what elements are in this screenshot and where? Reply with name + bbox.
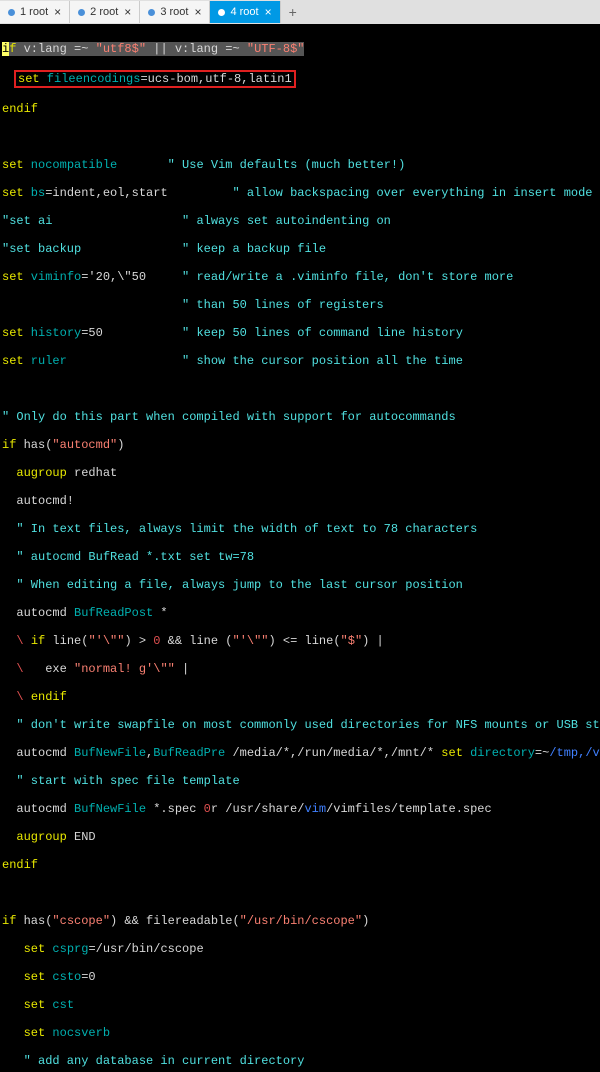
code-editor[interactable]: if v:lang =~ "utf8$" || v:lang =~ "UTF-8… — [0, 24, 600, 1072]
code-line: autocmd BufNewFile *.spec 0r /usr/share/… — [2, 802, 598, 816]
code-line: " than 50 lines of registers — [2, 298, 598, 312]
code-line: set csto=0 — [2, 970, 598, 984]
tab-4[interactable]: 4 root × — [210, 1, 280, 23]
tab-bar: 1 root × 2 root × 3 root × 4 root × + — [0, 0, 600, 24]
code-line — [2, 382, 598, 396]
code-line: set nocsverb — [2, 1026, 598, 1040]
code-line: " autocmd BufRead *.txt set tw=78 — [2, 550, 598, 564]
tab-label: 3 root — [160, 6, 188, 18]
modified-dot-icon — [78, 9, 85, 16]
code-line: set ruler " show the cursor position all… — [2, 354, 598, 368]
code-line: set bs=indent,eol,start " allow backspac… — [2, 186, 598, 200]
code-line: autocmd BufReadPost * — [2, 606, 598, 620]
tab-1[interactable]: 1 root × — [0, 1, 70, 23]
code-line: set nocompatible " Use Vim defaults (muc… — [2, 158, 598, 172]
code-line — [2, 130, 598, 144]
add-tab-button[interactable]: + — [281, 1, 305, 23]
code-line: set viminfo='20,\"50 " read/write a .vim… — [2, 270, 598, 284]
code-line: set csprg=/usr/bin/cscope — [2, 942, 598, 956]
tab-label: 4 root — [230, 6, 258, 18]
code-line: if v:lang =~ "utf8$" || v:lang =~ "UTF-8… — [2, 42, 598, 56]
code-line: endif — [2, 102, 598, 116]
code-line: " start with spec file template — [2, 774, 598, 788]
code-line: " add any database in current directory — [2, 1054, 598, 1068]
code-line: " don't write swapfile on most commonly … — [2, 718, 598, 732]
close-icon[interactable]: × — [265, 6, 272, 18]
code-line: " In text files, always limit the width … — [2, 522, 598, 536]
modified-dot-icon — [148, 9, 155, 16]
modified-dot-icon — [8, 9, 15, 16]
code-line: autocmd! — [2, 494, 598, 508]
code-line: endif — [2, 858, 598, 872]
close-icon[interactable]: × — [54, 6, 61, 18]
code-line: \ exe "normal! g'\"" | — [2, 662, 598, 676]
code-line: \ if line("'\"") > 0 && line ("'\"") <= … — [2, 634, 598, 648]
code-line: autocmd BufNewFile,BufReadPre /media/*,/… — [2, 746, 598, 760]
code-line: if has("autocmd") — [2, 438, 598, 452]
highlighted-line: set fileencodings=ucs-bom,utf-8,latin1 — [14, 70, 296, 88]
close-icon[interactable]: × — [124, 6, 131, 18]
tab-2[interactable]: 2 root × — [70, 1, 140, 23]
tab-3[interactable]: 3 root × — [140, 1, 210, 23]
code-line: " Only do this part when compiled with s… — [2, 410, 598, 424]
code-line: set cst — [2, 998, 598, 1012]
code-line: set fileencodings=ucs-bom,utf-8,latin1 — [2, 70, 598, 88]
code-line: "set ai " always set autoindenting on — [2, 214, 598, 228]
tab-label: 1 root — [20, 6, 48, 18]
code-line: augroup END — [2, 830, 598, 844]
code-line: set history=50 " keep 50 lines of comman… — [2, 326, 598, 340]
code-line: if has("cscope") && filereadable("/usr/b… — [2, 914, 598, 928]
tab-label: 2 root — [90, 6, 118, 18]
code-line: " When editing a file, always jump to th… — [2, 578, 598, 592]
modified-dot-icon — [218, 9, 225, 16]
code-line — [2, 886, 598, 900]
code-line: augroup redhat — [2, 466, 598, 480]
code-line: "set backup " keep a backup file — [2, 242, 598, 256]
code-line: \ endif — [2, 690, 598, 704]
close-icon[interactable]: × — [194, 6, 201, 18]
